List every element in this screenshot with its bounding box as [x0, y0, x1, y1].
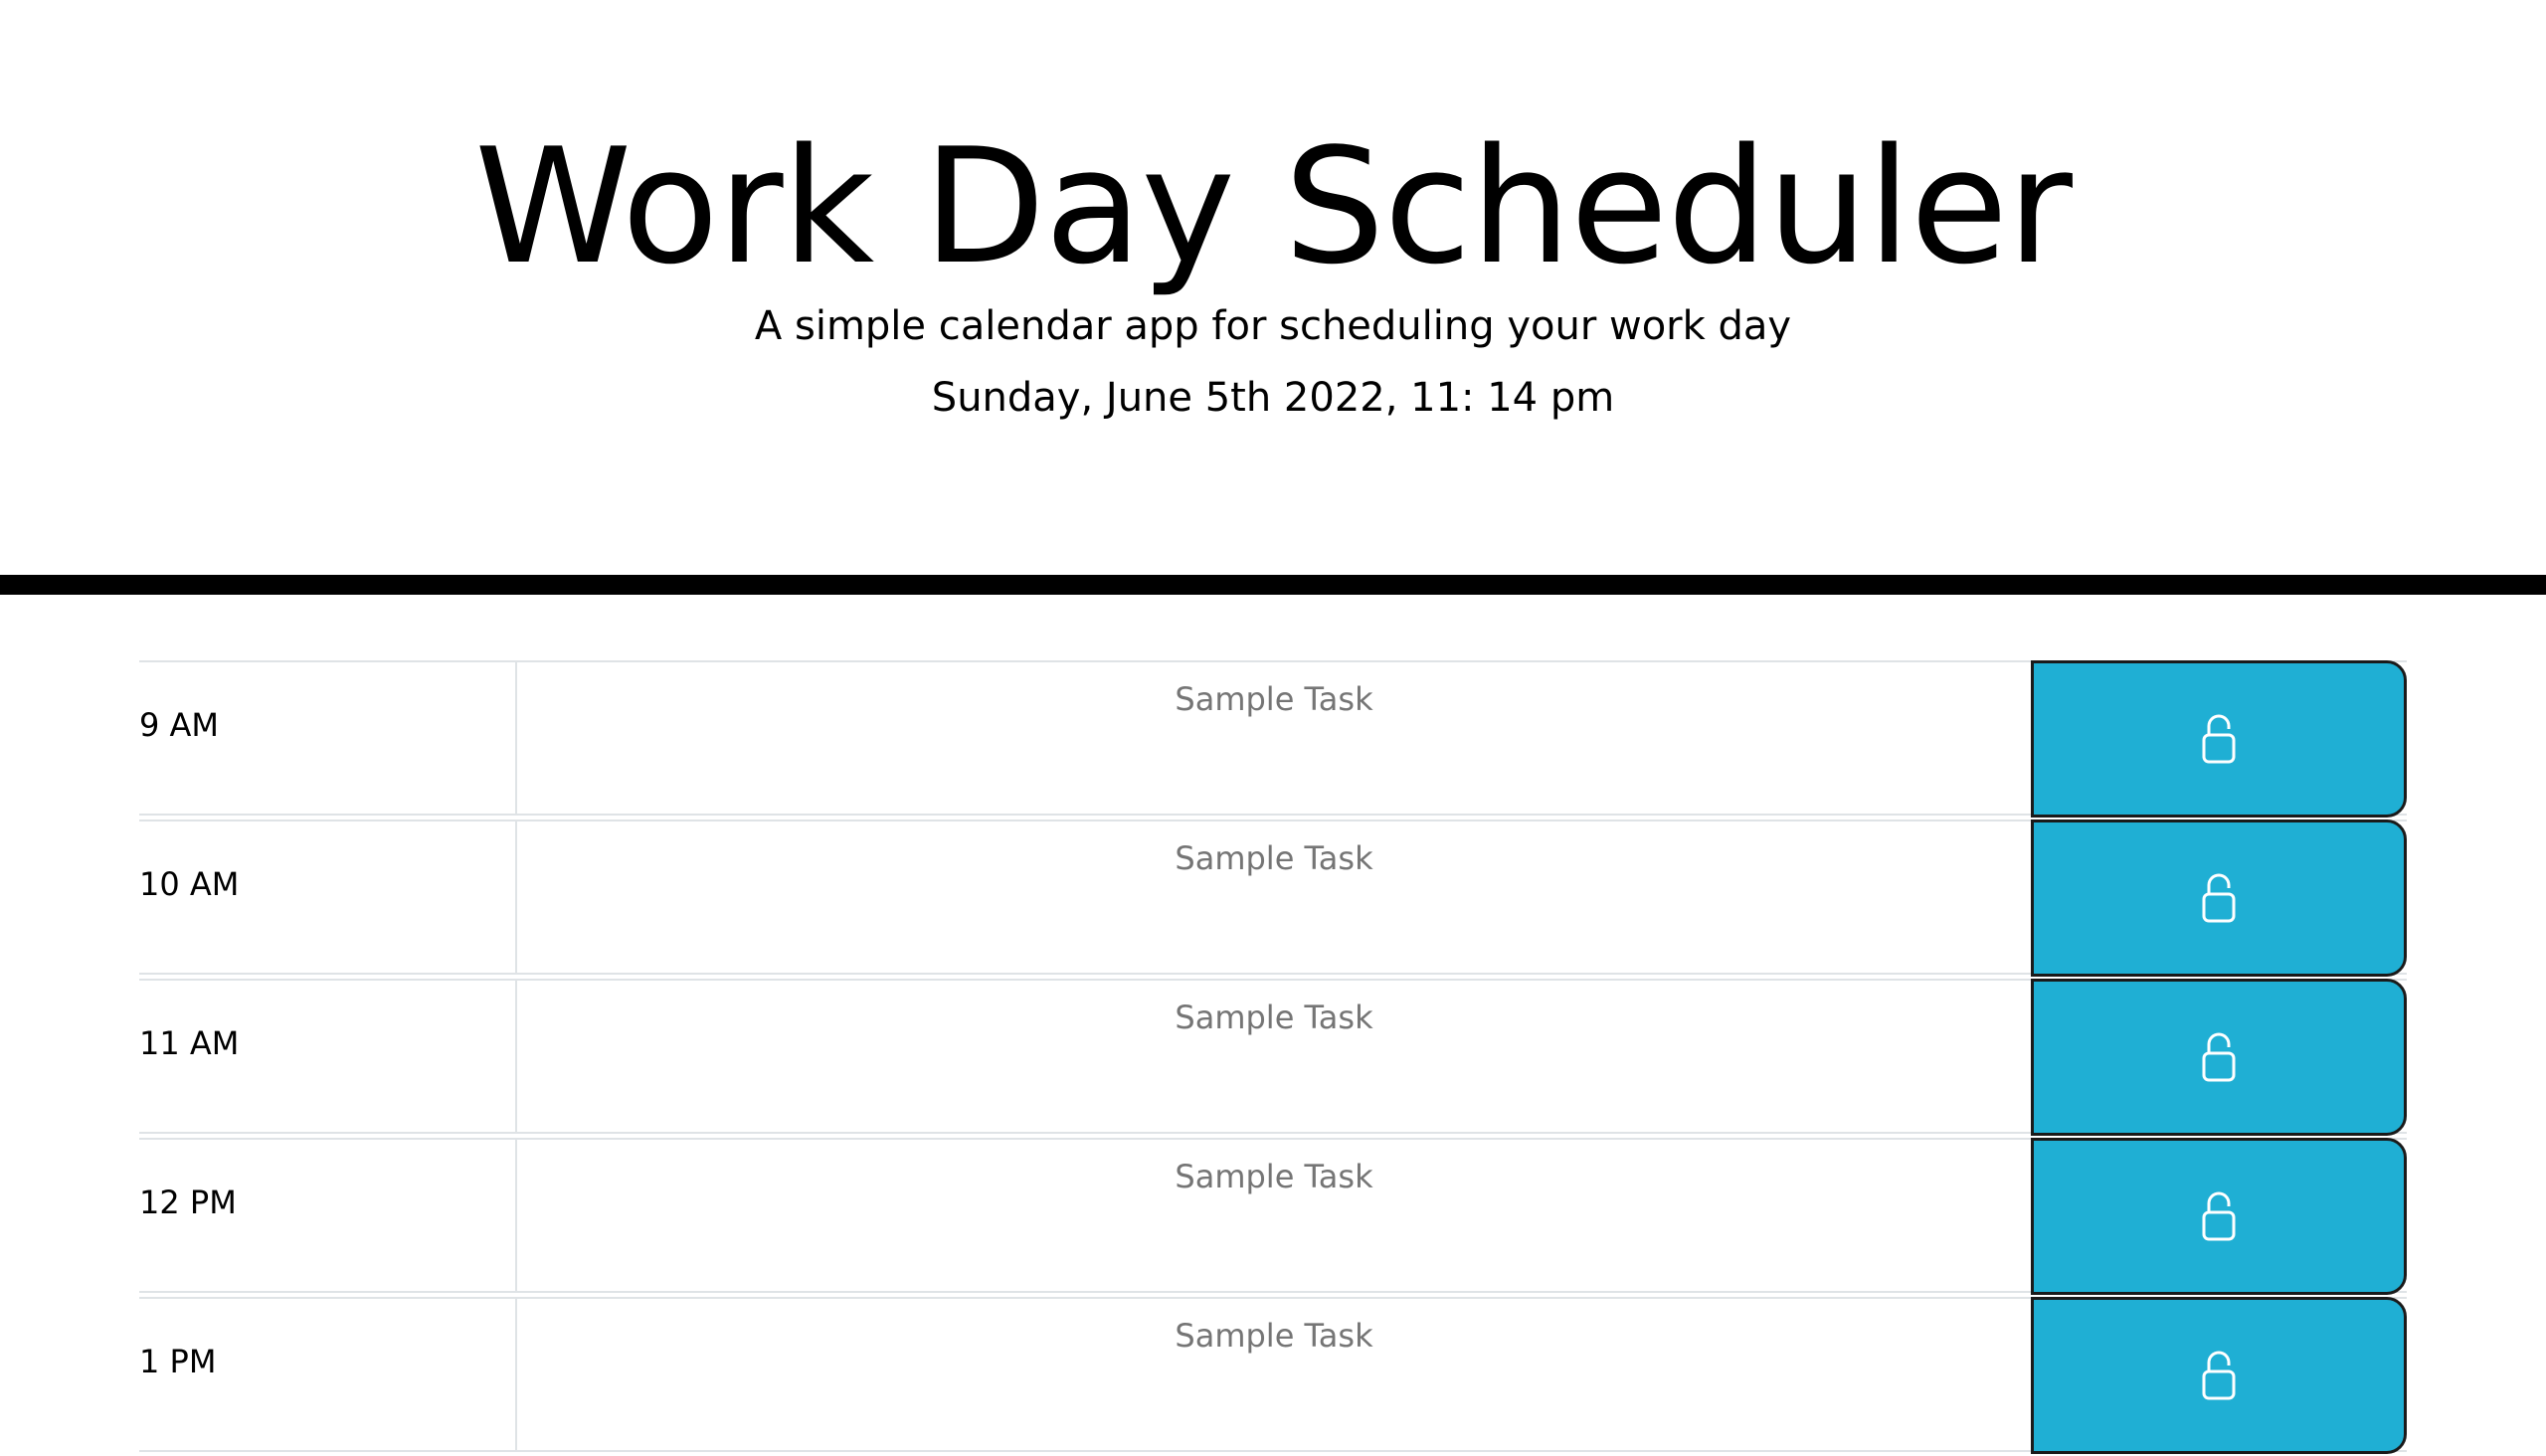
task-description[interactable]	[517, 1140, 2031, 1291]
time-block: 12 PM	[139, 1138, 2407, 1295]
time-block: 10 AM	[139, 819, 2407, 977]
current-day: Sunday, June 5th 2022, 11: 14 pm	[931, 375, 1615, 421]
hour-label: 1 PM	[139, 1299, 517, 1450]
hour-label: 11 AM	[139, 981, 517, 1132]
lock-icon	[2201, 1350, 2237, 1401]
lock-icon	[2201, 713, 2237, 765]
task-description[interactable]	[517, 662, 2031, 814]
schedule-container: 9 AM 10 AM 11 AM 12 PM	[139, 660, 2407, 1456]
task-description[interactable]	[517, 981, 2031, 1132]
hour-label: 10 AM	[139, 821, 517, 973]
page-title: Work Day Scheduler	[474, 113, 2073, 299]
hour-label: 9 AM	[139, 662, 517, 814]
time-block: 9 AM	[139, 660, 2407, 818]
save-button[interactable]	[2031, 1297, 2407, 1454]
task-description[interactable]	[517, 1299, 2031, 1450]
save-button[interactable]	[2031, 1138, 2407, 1295]
header: Work Day Scheduler A simple calendar app…	[0, 0, 2546, 595]
lock-icon	[2201, 1190, 2237, 1242]
hour-label: 12 PM	[139, 1140, 517, 1291]
save-button[interactable]	[2031, 660, 2407, 818]
time-block: 11 AM	[139, 979, 2407, 1136]
save-button[interactable]	[2031, 979, 2407, 1136]
task-description[interactable]	[517, 821, 2031, 973]
time-block: 1 PM	[139, 1297, 2407, 1454]
lock-icon	[2201, 1031, 2237, 1083]
page-subtitle: A simple calendar app for scheduling you…	[754, 303, 1792, 349]
lock-icon	[2201, 872, 2237, 924]
save-button[interactable]	[2031, 819, 2407, 977]
